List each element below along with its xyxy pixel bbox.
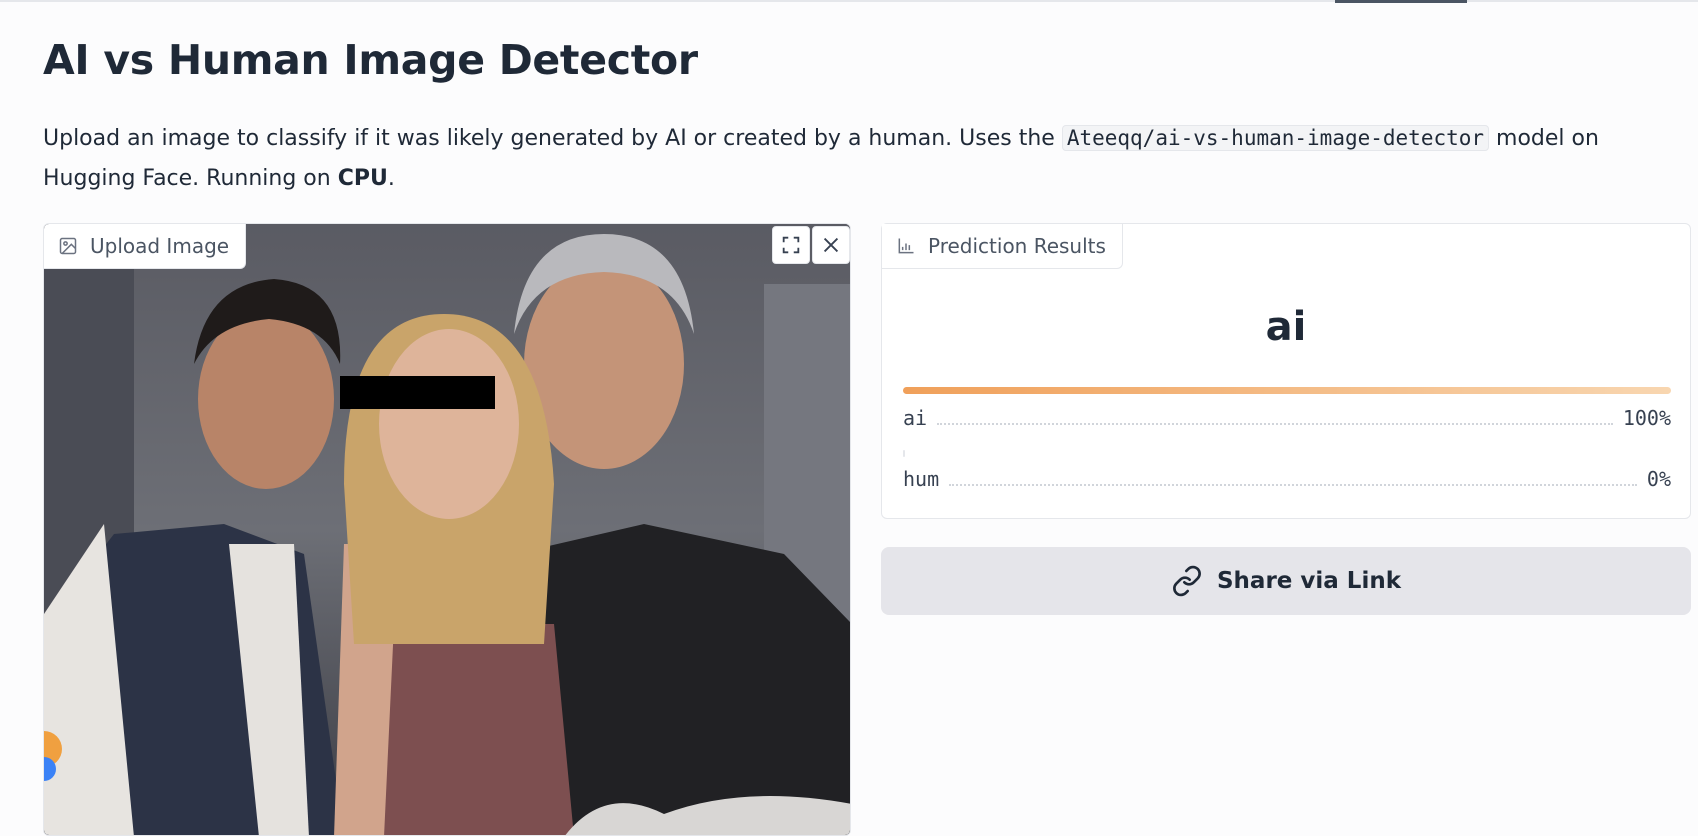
model-code: Ateeqq/ai-vs-human-image-detector bbox=[1061, 125, 1490, 151]
share-via-link-button[interactable]: Share via Link bbox=[881, 547, 1691, 615]
uploaded-photo bbox=[44, 224, 850, 835]
prediction-results-label: Prediction Results bbox=[882, 224, 1123, 269]
confidence-bar-fill-hum bbox=[903, 450, 906, 457]
confidence-row-hum: hum 0% bbox=[903, 464, 1671, 494]
confidence-bar-fill-ai bbox=[903, 387, 1671, 394]
image-controls bbox=[772, 226, 850, 266]
predicted-class: ai bbox=[1265, 304, 1307, 350]
prediction-results-panel: Prediction Results ai ai 100% hum 0% bbox=[881, 223, 1691, 519]
upload-image-label-text: Upload Image bbox=[90, 234, 230, 258]
prediction-results-label-text: Prediction Results bbox=[928, 234, 1106, 258]
confidence-bar-hum bbox=[903, 450, 1671, 457]
clear-image-button[interactable] bbox=[812, 226, 850, 264]
link-icon bbox=[1173, 565, 1201, 597]
confidence-label: ai bbox=[903, 406, 928, 430]
description-text-3: . bbox=[387, 166, 395, 191]
confidence-value: 100% bbox=[1622, 406, 1671, 430]
confidence-row-ai: ai 100% bbox=[903, 403, 1671, 433]
upload-image-label: Upload Image bbox=[44, 224, 247, 269]
confidence-label: hum bbox=[903, 467, 940, 491]
close-icon bbox=[823, 237, 839, 253]
active-tab-indicator bbox=[1335, 0, 1467, 3]
dotted-leader bbox=[949, 472, 1637, 486]
page-description: Upload an image to classify if it was li… bbox=[43, 118, 1643, 199]
share-button-label: Share via Link bbox=[1216, 568, 1402, 594]
upload-image-panel[interactable]: Upload Image bbox=[43, 223, 851, 836]
description-text-1: Upload an image to classify if it was li… bbox=[43, 126, 1062, 151]
device-label: CPU bbox=[337, 166, 388, 191]
confidence-bar-ai bbox=[903, 387, 1671, 394]
page-title: AI vs Human Image Detector bbox=[43, 36, 698, 84]
image-icon bbox=[59, 237, 77, 255]
dotted-leader bbox=[937, 411, 1613, 425]
confidence-value: 0% bbox=[1646, 467, 1671, 491]
bar-chart-icon bbox=[898, 238, 914, 254]
fullscreen-icon bbox=[782, 236, 800, 254]
fullscreen-button[interactable] bbox=[772, 226, 810, 264]
